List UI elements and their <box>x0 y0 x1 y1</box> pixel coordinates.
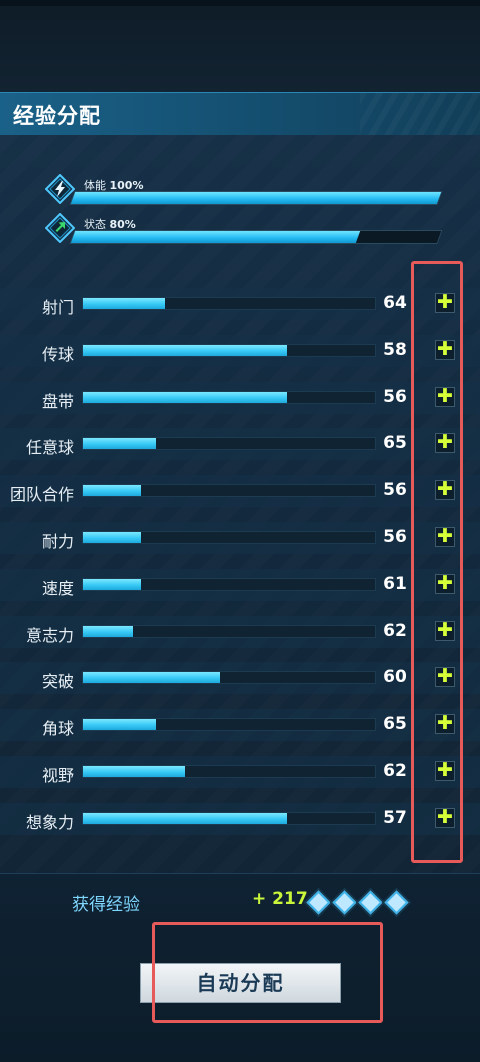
attribute-bar-fill <box>83 392 287 403</box>
attribute-label: 突破 <box>41 672 74 691</box>
stamina-bar <box>69 191 443 205</box>
condition-bar-fill <box>70 231 361 243</box>
attribute-bar-fill <box>83 766 185 777</box>
attribute-bar <box>82 812 376 825</box>
attribute-bar-fill <box>83 485 141 496</box>
attribute-value: 65 <box>383 433 407 453</box>
attribute-bar-fill <box>83 345 287 356</box>
attribute-value: 58 <box>383 340 407 360</box>
attribute-bar <box>82 484 376 497</box>
attribute-bar-fill <box>83 438 156 449</box>
attribute-value: 65 <box>383 714 407 734</box>
attribute-bar <box>82 718 376 731</box>
attribute-bar-fill <box>83 719 156 730</box>
attribute-label: 速度 <box>41 579 74 598</box>
attribute-label: 任意球 <box>25 438 74 457</box>
experience-label: 获得经验 <box>72 895 140 915</box>
attribute-bar <box>82 625 376 638</box>
attribute-bar-fill <box>83 626 133 637</box>
attribute-label: 盘带 <box>41 392 74 411</box>
attribute-bar <box>82 437 376 450</box>
attribute-bar <box>82 297 376 310</box>
attribute-bar <box>82 765 376 778</box>
attribute-value: 56 <box>383 387 407 407</box>
attribute-bar-fill <box>83 579 141 590</box>
attribute-bar <box>82 671 376 684</box>
page-title: 经验分配 <box>13 104 101 128</box>
experience-value: + 217 <box>252 889 308 909</box>
attribute-label: 角球 <box>41 719 74 738</box>
attribute-label: 耐力 <box>41 532 74 551</box>
top-background <box>0 0 480 92</box>
attribute-value: 62 <box>383 761 407 781</box>
attribute-label: 意志力 <box>25 626 74 645</box>
attribute-label: 团队合作 <box>9 485 74 504</box>
attribute-label: 传球 <box>41 345 74 364</box>
attribute-label: 视野 <box>41 766 74 785</box>
plus-buttons-highlight <box>411 261 463 863</box>
stamina-bar-fill <box>70 192 442 204</box>
attribute-value: 62 <box>383 621 407 641</box>
attribute-bar-fill <box>83 813 287 824</box>
attribute-label: 想象力 <box>25 813 74 832</box>
attribute-value: 56 <box>383 527 407 547</box>
attribute-label: 射门 <box>41 298 74 317</box>
attribute-bar-fill <box>83 672 220 683</box>
condition-bar <box>69 230 443 244</box>
attribute-value: 61 <box>383 574 407 594</box>
attribute-value: 56 <box>383 480 407 500</box>
attribute-bar <box>82 531 376 544</box>
attribute-bar-fill <box>83 298 165 309</box>
attribute-bar <box>82 578 376 591</box>
attribute-value: 64 <box>383 293 407 313</box>
auto-button-highlight <box>152 922 383 1023</box>
attribute-bar <box>82 344 376 357</box>
attribute-value: 60 <box>383 667 407 687</box>
attribute-value: 57 <box>383 808 407 828</box>
attribute-bar <box>82 391 376 404</box>
attribute-bar-fill <box>83 532 141 543</box>
